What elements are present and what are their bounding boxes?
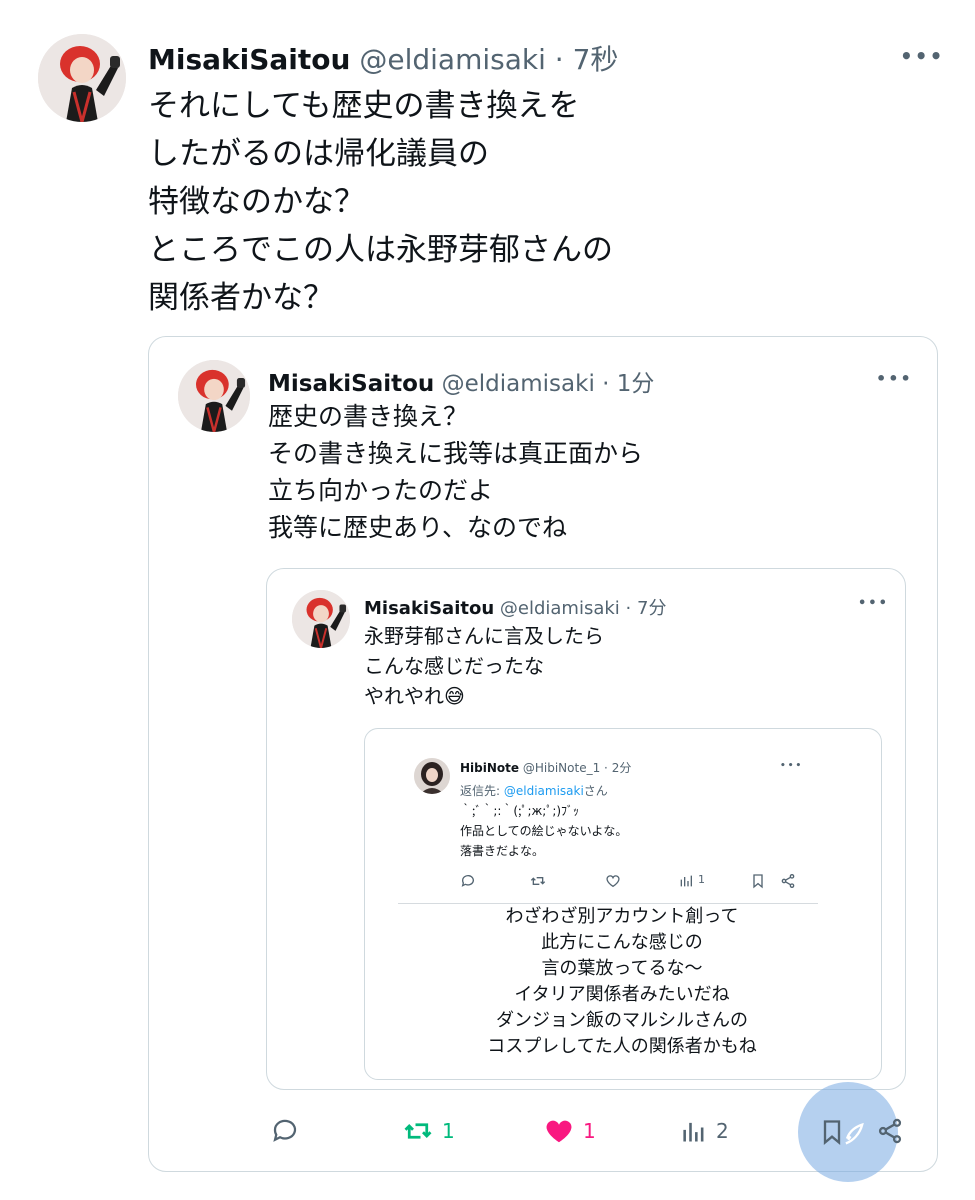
caption-line: コスプレしてた人の関係者かもね: [487, 1036, 757, 1057]
tweet-line: こんな感じだったな: [364, 654, 544, 678]
share-button[interactable]: [876, 1117, 904, 1149]
tweet-text: ｀;ﾞ｀;:｀(;ﾟ;ж;ﾟ;)ﾌﾞｯ 作品としての絵じゃないよな。 落書きだよ…: [460, 801, 627, 861]
separator-dot: ·: [602, 371, 610, 397]
display-name[interactable]: MisakiSaitou: [268, 371, 434, 397]
tweet-line: 作品としての絵じゃないよな。: [460, 824, 628, 838]
avatar[interactable]: [178, 360, 250, 432]
caption-line: 此方にこんな感じの: [541, 932, 703, 953]
more-options-icon[interactable]: •••: [876, 369, 913, 388]
reply-handle: @eldiamisaki: [503, 784, 584, 798]
views-button[interactable]: 2: [680, 1117, 729, 1145]
views-count: 1: [698, 873, 705, 886]
avatar: [414, 758, 450, 794]
retweet-count: 1: [442, 1119, 455, 1143]
tweet-line: したがるのは帰化議員の: [148, 136, 489, 172]
separator-dot: ·: [625, 598, 632, 619]
tweet-line: それにしても歴史の書き換えを: [148, 88, 580, 124]
caption-line: イタリア関係者みたいだね: [514, 984, 730, 1005]
tweet-text: 永野芽郁さんに言及したら こんな感じだったな やれやれ😅: [364, 621, 604, 711]
like-count: 1: [583, 1119, 596, 1143]
more-options-icon[interactable]: •••: [858, 596, 889, 611]
image-caption: わざわざ別アカウント創って 此方にこんな感じの 言の葉放ってるな～ イタリア関係…: [364, 904, 880, 1060]
tweet-line: やれやれ😅: [364, 681, 604, 711]
bookmark-icon: [750, 873, 766, 893]
timestamp[interactable]: 7秒: [573, 43, 619, 76]
display-name: HibiNote: [460, 761, 520, 775]
reply-suffix: さん: [583, 784, 608, 798]
handle[interactable]: @eldiamisaki: [359, 43, 546, 76]
avatar[interactable]: [38, 34, 126, 122]
retweet-icon: [404, 1123, 432, 1139]
views-icon: [683, 1122, 704, 1142]
tweet-line: 我等に歴史あり、なのでね: [268, 513, 568, 542]
caption-line: ダンジョン飯のマルシルさんの: [496, 1010, 748, 1031]
retweet-icon: [530, 873, 546, 893]
tweet-line: 関係者かな？: [148, 280, 334, 316]
handle[interactable]: @eldiamisaki: [442, 371, 595, 397]
display-name[interactable]: MisakiSaitou: [364, 598, 494, 619]
tweet-line: 永野芽郁さんに言及したら: [364, 624, 604, 648]
share-icon: [780, 873, 796, 893]
timestamp: 2分: [611, 761, 632, 775]
reply-icon: [460, 873, 476, 893]
timestamp[interactable]: 7分: [637, 598, 666, 619]
handle[interactable]: @eldiamisaki: [500, 598, 620, 619]
avatar[interactable]: [292, 590, 350, 648]
tweet-text: それにしても歴史の書き換えを したがるのは帰化議員の 特徴なのかな？ ところでこ…: [148, 82, 613, 322]
views-count: 2: [716, 1119, 729, 1143]
more-options-icon[interactable]: •••: [900, 44, 944, 68]
share-icon: [878, 1118, 902, 1144]
more-options-icon: •••: [780, 761, 804, 771]
caption-line: わざわざ別アカウント創って: [505, 906, 739, 927]
caption-line: 言の葉放ってるな～: [541, 958, 703, 979]
retweet-button[interactable]: 1: [402, 1116, 455, 1146]
reply-prefix: 返信先:: [460, 784, 504, 798]
like-icon: [605, 873, 621, 893]
display-name[interactable]: MisakiSaitou: [148, 43, 350, 76]
timestamp[interactable]: 1分: [617, 371, 655, 397]
tweet-line: 歴史の書き換え？: [268, 402, 469, 431]
tweet-line: 立ち向かったのだよ: [268, 476, 494, 505]
reply-icon: [273, 1119, 297, 1142]
action-bar: 1: [460, 872, 800, 890]
views-icon: [678, 873, 694, 893]
tweet-line: 落書きだよな。: [460, 844, 545, 858]
tweet-line: その書き換えに我等は真正面から: [268, 439, 644, 468]
compose-quill-icon: [840, 1120, 868, 1152]
separator-dot: ·: [604, 761, 608, 775]
reply-to-line: 返信先: @eldiamisakiさん: [460, 782, 608, 799]
tweet-line: ｀;ﾞ｀;:｀(;ﾟ;ж;ﾟ;)ﾌﾞｯ: [460, 804, 580, 818]
handle: @HibiNote_1: [522, 761, 601, 775]
reply-button[interactable]: [270, 1116, 300, 1150]
tweet-text: 歴史の書き換え？ その書き換えに我等は真正面から 立ち向かったのだよ 我等に歴史…: [268, 398, 643, 546]
tweet-line-text: やれやれ: [364, 684, 444, 708]
emoji-grin-sweat: 😅: [444, 684, 465, 708]
heart-icon: [546, 1120, 572, 1143]
tweet-line: ところでこの人は永野芽郁さんの: [148, 232, 613, 268]
like-button[interactable]: 1: [543, 1116, 596, 1146]
separator-dot: ·: [554, 43, 564, 76]
tweet-line: 特徴なのかな？: [148, 184, 365, 220]
